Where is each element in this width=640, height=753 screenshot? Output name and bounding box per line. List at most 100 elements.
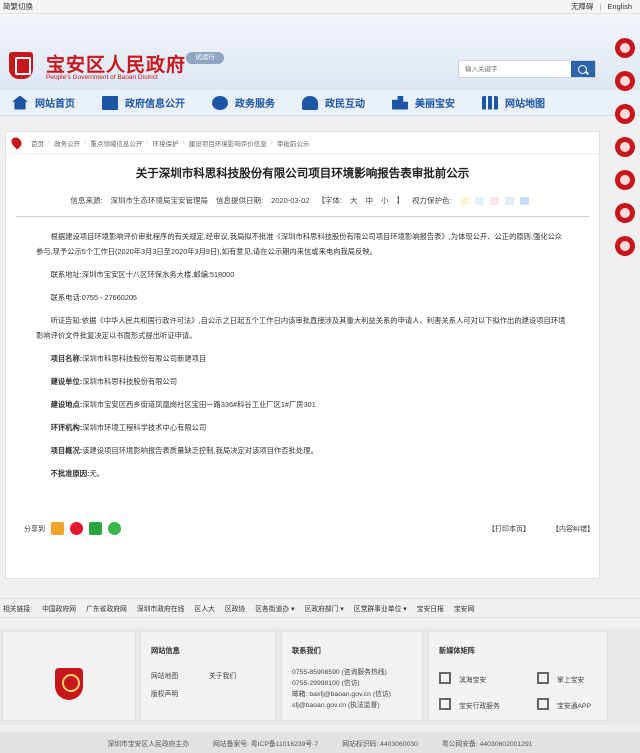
media-title: 新媒体矩阵 (439, 646, 475, 655)
crumb-eia-info[interactable]: 建设项目环境影响评价信息 (189, 138, 267, 148)
simplified-traditional-toggle[interactable]: 简繁切换 (3, 1, 33, 12)
wechat-icon[interactable] (615, 71, 635, 91)
contact-email[interactable]: sfj@baoan.gov.cn (执法监督) (292, 699, 380, 709)
sponsor-text: 深圳市宝安区人民政府主办 (107, 740, 190, 748)
vision-swatch[interactable] (489, 196, 499, 205)
nav-label: 网站首页 (35, 99, 75, 110)
link-dropdown[interactable]: 区党群事业单位 ▾ (354, 603, 407, 613)
intro-paragraph: 根据建设项目环境影响评价审批程序的有关规定,经审议,我局拟不批准《深圳市科思科技… (36, 232, 563, 256)
nav-services[interactable]: 政务服务 (212, 95, 275, 110)
nav-interaction[interactable]: 政民互动 (302, 95, 365, 110)
footer-sitemap-link[interactable]: 网站地图 (151, 670, 178, 680)
qr-code-icon[interactable] (439, 698, 451, 710)
footer-media: 新媒体矩阵 滨海宝安 掌上宝安 宝安行政服务 宝安通APP (428, 631, 608, 721)
vision-swatch[interactable] (474, 196, 484, 205)
nav-label: 政民互动 (325, 99, 365, 110)
field-overview: 项目概况:该建设项目环境影响报告表质量缺乏控制,我局决定对该项目作否批处理。 (50, 446, 318, 455)
grid-icon (482, 95, 498, 110)
link-item[interactable]: 宝安日报 (417, 603, 444, 613)
qzone-icon[interactable] (51, 522, 64, 535)
link-item[interactable]: 区人大 (194, 603, 214, 613)
field-project-name: 项目名称:深圳市科思科技股份有限公司新建项目 (50, 354, 207, 363)
nav-gov-info[interactable]: 政府信息公开 (102, 95, 185, 110)
site-title[interactable]: 宝安区人民政府 (46, 50, 186, 77)
field-location: 建设地点:深圳市宝安区西乡街道凤凰岗社区宝田一路336#科谷工业厂区1#厂房30… (50, 400, 316, 409)
weibo-share-icon[interactable] (70, 522, 83, 535)
qr-code-icon[interactable] (537, 672, 549, 684)
location-pin-icon (9, 135, 24, 150)
nav-label: 政府信息公开 (125, 99, 185, 110)
vision-label: 视力保护色: (412, 196, 452, 205)
contact-line: 0755-29998100 (信访) (292, 680, 360, 687)
qr-code-icon[interactable] (439, 672, 451, 684)
city-icon (392, 95, 408, 110)
font-large[interactable]: 大 (350, 195, 358, 206)
footer-site-info: 网站信息 网站地图 关于我们 版权声明 (140, 631, 276, 721)
link-item[interactable]: 区政协 (225, 603, 245, 613)
main-nav: 网站首页 政府信息公开 政务服务 政民互动 美丽宝安 网站地图 (0, 90, 640, 116)
wechat-share-icon[interactable] (108, 522, 121, 535)
weibo-icon[interactable] (615, 38, 635, 58)
vision-swatch[interactable] (519, 196, 529, 205)
bottom-bar: 深圳市宝安区人民政府主办 网站备案号: 粤ICP备11016239号-7 网站标… (0, 732, 640, 753)
crumb-home[interactable]: 首页 (31, 138, 44, 148)
qr-code-icon[interactable] (537, 698, 549, 710)
speaker-icon[interactable] (615, 203, 635, 223)
font-small[interactable]: 小 (381, 195, 389, 206)
date-label: 信息提供日期: (215, 196, 264, 205)
link-item[interactable]: 广东省政府网 (86, 603, 127, 613)
nav-home[interactable]: 网站首页 (12, 95, 75, 110)
top-icon[interactable] (615, 236, 635, 256)
media-item[interactable]: 滨海宝安 (459, 674, 486, 684)
font-end: 】 (396, 196, 405, 205)
police-record-text[interactable]: 粤公网安备: 44030602001291 (442, 738, 533, 748)
crumb-current[interactable]: 审批前公示 (277, 138, 310, 148)
crumb-gov-open[interactable]: 政务公开 (54, 138, 80, 148)
field-reason: 不批准原因:无。 (50, 469, 105, 478)
hearing-notice: 听证告知:依据《中华人民共和国行政许可法》,自公示之日起五个工作日内该审批直接涉… (36, 316, 566, 340)
mail-icon[interactable] (615, 104, 635, 124)
link-item[interactable]: 深圳市政府在线 (137, 603, 185, 613)
correction-button[interactable]: 【内容纠错】 (552, 526, 594, 533)
site-id-text: 网站标识码: 4403060030 (342, 740, 418, 748)
crumb-environment[interactable]: 环境保护 (153, 138, 179, 148)
floating-sidebar (610, 38, 640, 269)
link-dropdown[interactable]: 区各街道办 ▾ (255, 603, 294, 613)
footer: 网站信息 网站地图 关于我们 版权声明 联系我们 0755-85908590 (… (0, 628, 640, 725)
media-item[interactable]: 宝安通APP (557, 700, 591, 710)
link-item[interactable]: 宝安网 (454, 603, 474, 613)
accessibility-link[interactable]: 无障碍 (571, 1, 594, 12)
trial-badge: 试运行 (186, 52, 224, 64)
search-input[interactable] (459, 61, 571, 77)
nav-sitemap[interactable]: 网站地图 (482, 95, 545, 110)
footer-copyright-link[interactable]: 版权声明 (151, 688, 178, 698)
search-box (458, 60, 596, 78)
contact-email[interactable]: 邮箱: baxfj@baoan.gov.cn (信访) (292, 688, 391, 698)
link-dropdown[interactable]: 区政府部门 ▾ (305, 603, 344, 613)
print-button[interactable]: 【打印本页】 (488, 526, 530, 533)
icp-text[interactable]: 网站备案号: 粤ICP备11016239号-7 (213, 738, 318, 748)
party-emblem-icon (55, 668, 83, 700)
link-item[interactable]: 中国政府网 (42, 603, 76, 613)
media-item[interactable]: 掌上宝安 (557, 674, 584, 684)
vision-swatch[interactable] (459, 196, 469, 205)
font-medium[interactable]: 中 (366, 195, 374, 206)
person-icon[interactable] (615, 137, 635, 157)
font-label: 【字体: (317, 196, 343, 205)
media-item[interactable]: 宝安行政服务 (459, 700, 500, 710)
source-value: 深圳市生态环境局宝安管理局 (110, 196, 208, 205)
article-meta: 信息来源: 深圳市生态环境局宝安管理局 信息提供日期: 2020-03-02 【… (16, 195, 589, 217)
service-icon[interactable] (615, 170, 635, 190)
vision-swatch[interactable] (504, 196, 514, 205)
english-link[interactable]: English (607, 2, 632, 11)
article-title: 关于深圳市科思科技股份有限公司项目环境影响报告表审批前公示 (135, 168, 470, 180)
douban-icon[interactable] (89, 522, 102, 535)
site-subtitle: People's Government of Baoan District (46, 74, 158, 81)
search-icon[interactable] (571, 61, 595, 77)
footer-about-link[interactable]: 关于我们 (209, 670, 236, 680)
related-links: 相关链接: 中国政府网 广东省政府网 深圳市政府在线 区人大 区政协 区各街道办… (0, 598, 640, 618)
gear-icon (212, 95, 228, 110)
contact-phone: 联系电话:0755 - 27660205 (50, 293, 137, 302)
crumb-key-areas[interactable]: 重点领域信息公开 (90, 138, 142, 148)
nav-beautiful-baoan[interactable]: 美丽宝安 (392, 95, 455, 110)
